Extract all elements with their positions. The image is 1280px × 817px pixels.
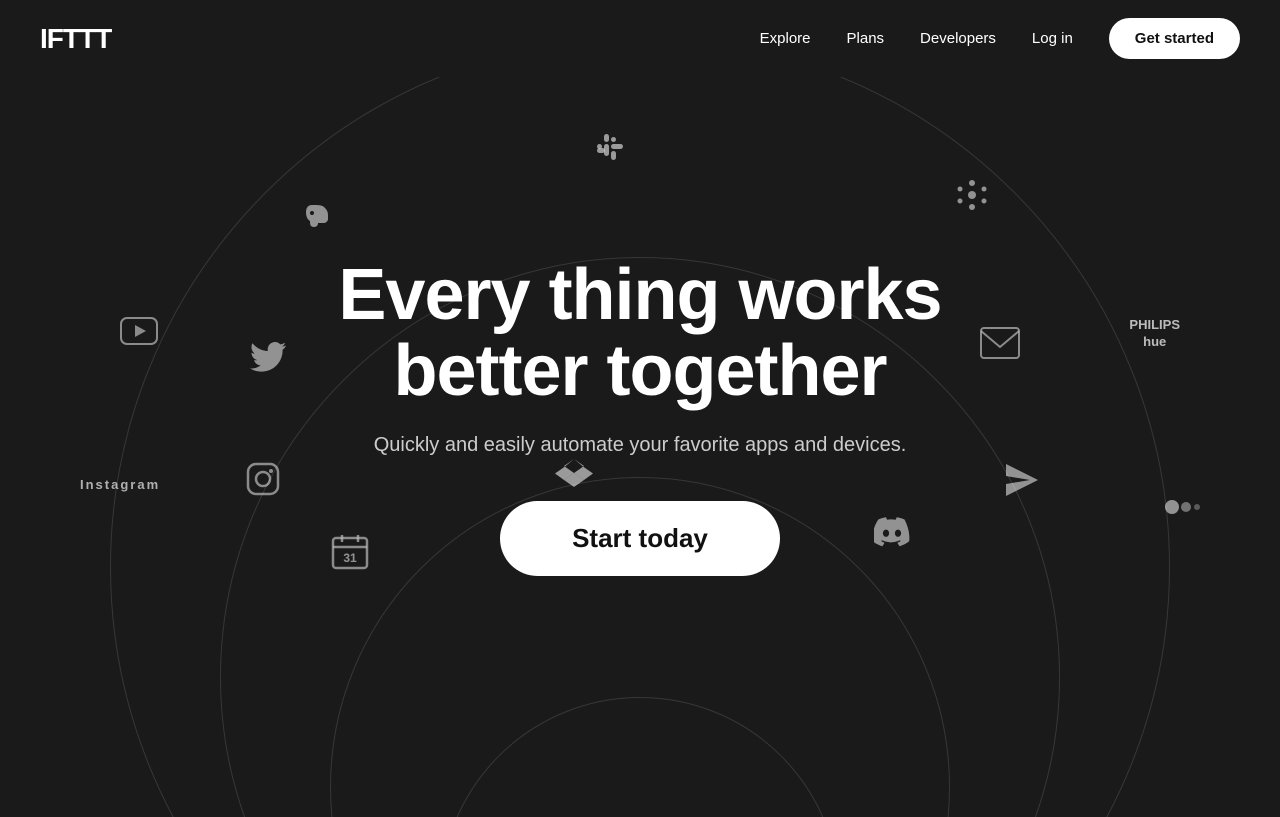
- slack-icon: [590, 127, 630, 167]
- gmail-icon: [980, 327, 1020, 359]
- philips-hue-icon: PHILIPShue: [1129, 317, 1180, 351]
- nav-explore[interactable]: Explore: [760, 30, 811, 47]
- nav-links: Explore Plans Developers Log in Get star…: [760, 18, 1240, 59]
- navbar: IFTTT Explore Plans Developers Log in Ge…: [0, 0, 1280, 77]
- strava-icon: Instagram: [80, 477, 160, 492]
- logo[interactable]: IFTTT: [40, 23, 111, 55]
- instagram-icon: [246, 462, 280, 496]
- hero-subtitle: Quickly and easily automate your favorit…: [338, 434, 941, 457]
- evernote-icon: [300, 197, 338, 235]
- google-calendar-icon: 31: [330, 532, 370, 572]
- nav-developers[interactable]: Developers: [920, 30, 996, 47]
- google-assistant-icon: [1162, 492, 1200, 522]
- dropbox-icon: [555, 457, 593, 491]
- get-started-button[interactable]: Get started: [1109, 18, 1240, 59]
- hero-title: Every thing works better together: [338, 258, 941, 409]
- twitter-icon: [250, 342, 286, 372]
- svg-text:31: 31: [343, 551, 357, 565]
- discord-icon: [874, 517, 910, 547]
- nav-plans[interactable]: Plans: [847, 30, 885, 47]
- hero-content: Every thing works better together Quickl…: [338, 258, 941, 575]
- fitbit-icon: [954, 177, 990, 213]
- arc-ring-1: [440, 697, 840, 817]
- youtube-icon: [120, 317, 158, 345]
- start-today-button[interactable]: Start today: [500, 501, 780, 576]
- arlo-icon: [1004, 462, 1040, 498]
- hero-section: PHILIPShue Instagram: [0, 77, 1280, 817]
- nav-login[interactable]: Log in: [1032, 30, 1073, 47]
